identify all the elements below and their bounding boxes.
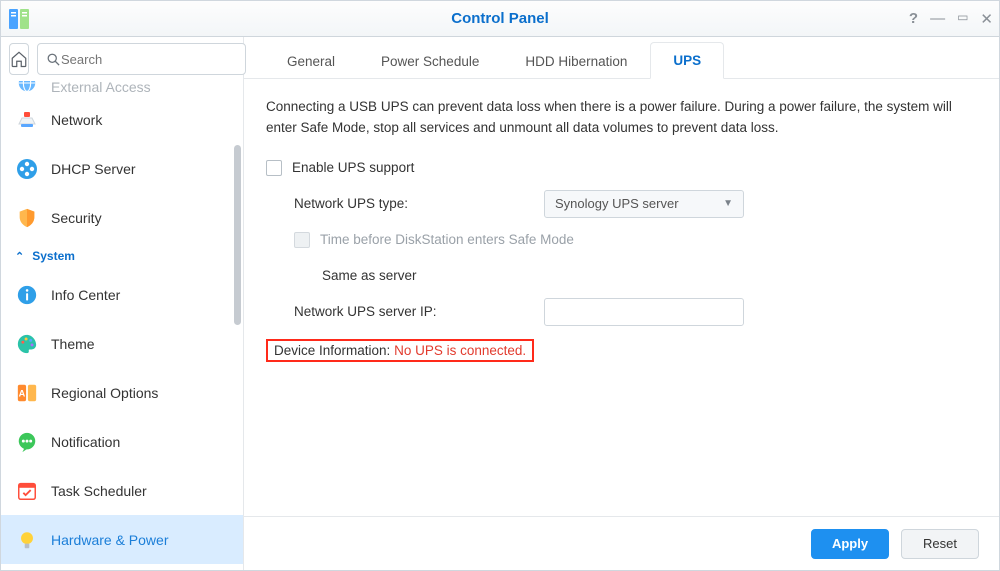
ups-server-ip-input[interactable] [544,298,744,326]
ups-server-ip-label: Network UPS server IP: [294,304,544,319]
sidebar-item-info-center[interactable]: Info Center [1,270,243,319]
main-panel: General Power Schedule HDD Hibernation U… [244,37,999,570]
palette-icon [15,332,39,356]
sidebar-item-notification[interactable]: Notification [1,417,243,466]
apply-button[interactable]: Apply [811,529,889,559]
sidebar-item-label: Task Scheduler [51,483,147,499]
safemode-label: Time before DiskStation enters Safe Mode [320,232,574,247]
shield-icon [15,206,39,230]
app-icon [5,5,33,33]
sidebar-item-label: DHCP Server [51,161,136,177]
tab-power-schedule[interactable]: Power Schedule [358,43,502,79]
device-information-box: Device Information: No UPS is connected. [266,339,534,362]
sidebar-item-label: Network [51,112,102,128]
info-icon [15,283,39,307]
sidebar-item-network[interactable]: Network [1,95,243,144]
enable-ups-checkbox[interactable] [266,160,282,176]
section-label: System [32,249,75,263]
safemode-checkbox [294,232,310,248]
chevron-up-icon: ⌃ [15,250,24,263]
regional-icon: A [15,381,39,405]
sidebar-item-label: Info Center [51,287,120,303]
notification-icon [15,430,39,454]
sidebar-item-regional-options[interactable]: A Regional Options [1,368,243,417]
calendar-icon [15,479,39,503]
sidebar-item-task-scheduler[interactable]: Task Scheduler [1,466,243,515]
sidebar-item-external-access[interactable]: External Access [1,81,243,95]
tab-hdd-hibernation[interactable]: HDD Hibernation [502,43,650,79]
maximize-icon[interactable]: ▭ [957,10,968,28]
sidebar-section-system[interactable]: ⌃ System [1,242,243,270]
globe-icon [15,81,39,95]
sidebar-item-label: Regional Options [51,385,158,401]
home-button[interactable] [9,43,29,75]
window-title: Control Panel [1,10,999,27]
sidebar-item-label: Hardware & Power [51,532,169,548]
device-info-status: No UPS is connected. [394,343,526,358]
network-icon [15,108,39,132]
footer: Apply Reset [244,516,999,570]
ups-description: Connecting a USB UPS can prevent data lo… [266,97,977,139]
search-box[interactable] [37,43,246,75]
sidebar-item-theme[interactable]: Theme [1,319,243,368]
bulb-icon [15,528,39,552]
sidebar-item-label: Notification [51,434,120,450]
ups-type-value: Synology UPS server [555,196,679,211]
sidebar-item-hardware-power[interactable]: Hardware & Power [1,515,243,564]
titlebar: Control Panel ? — ▭ ✕ [1,1,999,37]
same-as-server-label: Same as server [322,268,417,283]
device-info-label: Device Information: [274,343,390,358]
tab-general[interactable]: General [264,43,358,79]
close-icon[interactable]: ✕ [980,10,993,28]
minimize-icon[interactable]: — [930,10,945,28]
chevron-down-icon: ▼ [723,198,733,209]
search-input[interactable] [61,52,237,67]
sidebar-item-label: Theme [51,336,95,352]
sidebar-scrollbar[interactable] [234,145,241,325]
sidebar-item-dhcp-server[interactable]: DHCP Server [1,144,243,193]
search-icon [46,52,61,67]
sidebar-item-security[interactable]: Security [1,193,243,242]
dhcp-icon [15,157,39,181]
control-panel-window: Control Panel ? — ▭ ✕ [0,0,1000,571]
reset-button[interactable]: Reset [901,529,979,559]
sidebar: External Access Network DHCP Server [1,37,244,570]
tab-bar: General Power Schedule HDD Hibernation U… [244,37,999,79]
ups-type-label: Network UPS type: [294,196,544,211]
ups-type-select[interactable]: Synology UPS server ▼ [544,190,744,218]
ups-content: Connecting a USB UPS can prevent data lo… [244,79,999,516]
sidebar-item-label: External Access [51,81,151,95]
svg-text:A: A [19,388,26,398]
sidebar-item-label: Security [51,210,102,226]
enable-ups-label: Enable UPS support [292,160,414,175]
tab-ups[interactable]: UPS [650,42,724,79]
help-icon[interactable]: ? [909,10,918,28]
